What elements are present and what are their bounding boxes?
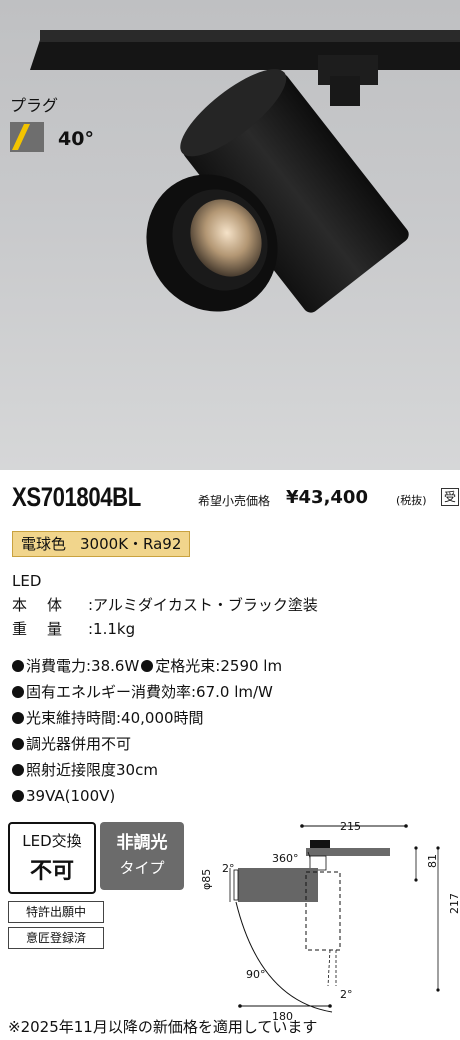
bullet-dot-icon xyxy=(12,790,24,802)
va-text: 39VA(100V) xyxy=(26,787,116,805)
dim-arc-angle: 90° xyxy=(246,968,266,981)
dim-rotation: 360° xyxy=(272,852,299,865)
bullet-life: 光束維持時間:40,000時間 xyxy=(12,708,204,728)
patent-pending-badge: 特許出願中 xyxy=(8,901,104,923)
bullet-dot-icon xyxy=(12,686,24,698)
product-photo: プラグ 40° xyxy=(0,0,460,470)
bullet-dimmer: 調光器併用不可 xyxy=(12,734,131,754)
weight-spec-row: 重量 :1.1kg xyxy=(12,619,135,639)
bullet-dot-icon xyxy=(12,712,24,724)
efficiency-text: 固有エネルギー消費効率:67.0 lm/W xyxy=(26,683,273,701)
design-registered-badge: 意匠登録済 xyxy=(8,927,104,949)
body-spec-row: 本体 :アルミダイカスト・ブラック塗装 xyxy=(12,595,318,615)
distance-text: 照射近接限度30cm xyxy=(26,761,158,779)
dimension-drawing: 215 360° 2° φ85 90° 2° 81 217 180 xyxy=(200,820,460,1023)
weight-key: 重量 xyxy=(12,620,83,638)
dim-tilt-small: 2° xyxy=(222,862,235,875)
model-number: XS701804BL xyxy=(12,482,141,512)
dim-height-small: 81 xyxy=(426,854,439,868)
dim-height-total: 217 xyxy=(448,893,460,914)
dim-width-top: 215 xyxy=(340,820,361,833)
led-replace-line1: LED交換 xyxy=(22,832,82,850)
led-replace-badge: LED交換 不可 xyxy=(8,822,96,894)
plug-label: プラグ xyxy=(10,96,59,115)
price-label: 希望小売価格 xyxy=(198,494,271,508)
made-to-order-badge: 受 xyxy=(441,488,460,506)
beam-angle: 40° xyxy=(58,128,94,150)
price-notice: ※2025年11月以降の新価格を適用しています xyxy=(8,1018,318,1036)
yellow-wedge-icon xyxy=(10,122,44,152)
bullet-va: 39VA(100V) xyxy=(12,786,115,806)
life-text: 光束維持時間:40,000時間 xyxy=(26,709,204,727)
non-dimming-line1: 非調光 xyxy=(116,833,168,853)
bullet-dot-icon xyxy=(12,660,24,672)
body-value: :アルミダイカスト・ブラック塗装 xyxy=(88,596,318,614)
bullet-efficiency: 固有エネルギー消費効率:67.0 lm/W xyxy=(12,682,273,702)
body-key: 本体 xyxy=(12,596,83,614)
price-tax-note: (税抜) xyxy=(396,494,427,507)
dim-bottom-tilt: 2° xyxy=(340,988,353,1001)
model-row: XS701804BL 希望小売価格 ¥43,400 (税抜) 受 xyxy=(12,482,460,514)
color-name: 電球色 xyxy=(21,535,67,553)
bullet-dot-icon xyxy=(12,738,24,750)
bullet-distance: 照射近接限度30cm xyxy=(12,760,158,780)
color-spec: 3000K・Ra92 xyxy=(80,535,182,553)
power-text: 消費電力:38.6W xyxy=(26,657,140,675)
non-dimming-line2: タイプ xyxy=(119,859,165,877)
price: ¥43,400 xyxy=(286,487,368,508)
non-dimming-badge: 非調光 タイプ xyxy=(100,822,184,890)
weight-value: :1.1kg xyxy=(88,620,136,638)
color-temperature-badge: 電球色 3000K・Ra92 xyxy=(12,531,191,557)
dim-diameter: φ85 xyxy=(200,869,213,890)
dimmer-text: 調光器併用不可 xyxy=(26,735,132,753)
light-source: LED xyxy=(12,572,42,590)
bullet-power-flux: 消費電力:38.6W 定格光束:2590 lm xyxy=(12,656,282,676)
led-replace-line2: 不可 xyxy=(29,859,74,884)
flux-text: 定格光束:2590 lm xyxy=(155,657,283,675)
spotlight-image xyxy=(30,30,460,313)
bullet-dot-icon xyxy=(141,660,154,672)
bullet-dot-icon xyxy=(12,764,24,776)
